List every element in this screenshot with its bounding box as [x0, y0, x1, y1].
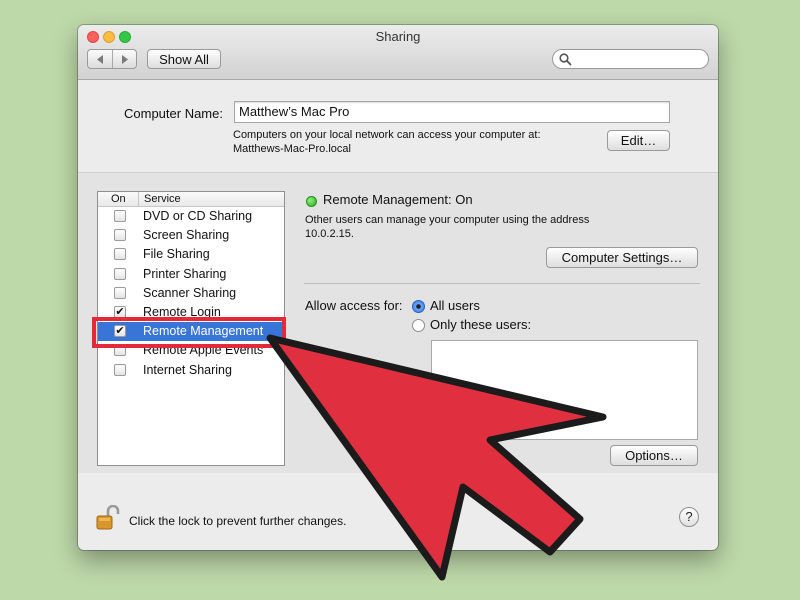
- pointer-arrow-icon: [266, 334, 607, 581]
